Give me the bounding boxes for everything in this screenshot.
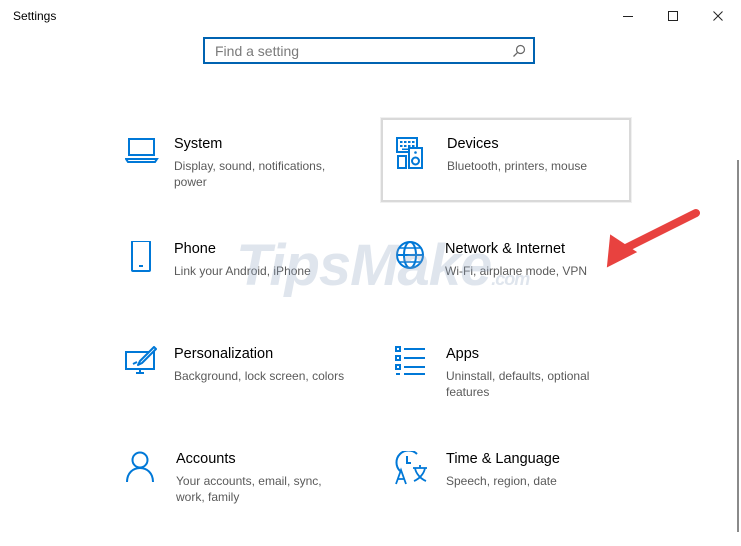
search-box[interactable] — [203, 37, 535, 64]
apps-list-icon — [395, 346, 425, 375]
minimize-icon — [623, 16, 633, 17]
tile-time-language[interactable]: Time & Language Speech, region, date — [395, 451, 645, 535]
tile-devices[interactable]: Devices Bluetooth, printers, mouse — [381, 118, 631, 202]
maximize-icon — [668, 11, 678, 21]
tile-description: Bluetooth, printers, mouse — [447, 159, 588, 173]
globe-icon — [396, 241, 424, 269]
keyboard-speaker-icon — [396, 137, 423, 169]
title-bar: Settings — [0, 0, 741, 32]
minimize-button[interactable] — [605, 0, 651, 32]
maximize-button[interactable] — [650, 0, 696, 32]
tile-apps[interactable]: Apps Uninstall, defaults, optional featu… — [395, 346, 645, 430]
tile-phone[interactable]: Phone Link your Android, iPhone — [125, 241, 375, 325]
tile-system[interactable]: System Display, sound, notifications, po… — [125, 136, 375, 220]
tile-description: Link your Android, iPhone — [174, 264, 311, 278]
search-icon[interactable] — [512, 44, 526, 63]
tile-name: Apps — [446, 346, 480, 362]
tile-accounts[interactable]: Accounts Your accounts, email, sync, wor… — [125, 451, 375, 535]
tile-description: Uninstall, defaults, optional features — [446, 369, 590, 399]
laptop-icon — [125, 138, 159, 163]
tile-name: Devices — [447, 136, 499, 152]
close-icon — [713, 11, 723, 21]
tile-name: Accounts — [176, 451, 236, 467]
tile-name: Phone — [174, 241, 216, 257]
annotation-arrow — [606, 209, 700, 268]
tile-description: Speech, region, date — [446, 474, 557, 488]
search-input[interactable] — [215, 42, 505, 60]
tile-description: Display, sound, notifications, power — [174, 159, 326, 189]
phone-icon — [131, 241, 151, 272]
tile-description: Background, lock screen, colors — [174, 369, 345, 383]
window-title: Settings — [13, 9, 57, 23]
tile-name: Network & Internet — [445, 241, 566, 257]
tile-name: Time & Language — [446, 451, 560, 467]
paintbrush-icon — [125, 346, 157, 374]
close-button[interactable] — [695, 0, 741, 32]
tile-name: System — [174, 136, 223, 152]
scrollbar[interactable] — [737, 160, 739, 532]
tile-description: Your accounts, email, sync, work, family — [176, 474, 322, 504]
time-language-icon — [395, 451, 427, 485]
tile-name: Personalization — [174, 346, 274, 362]
tile-personalization[interactable]: Personalization Background, lock screen,… — [125, 346, 375, 430]
person-icon — [126, 451, 154, 483]
